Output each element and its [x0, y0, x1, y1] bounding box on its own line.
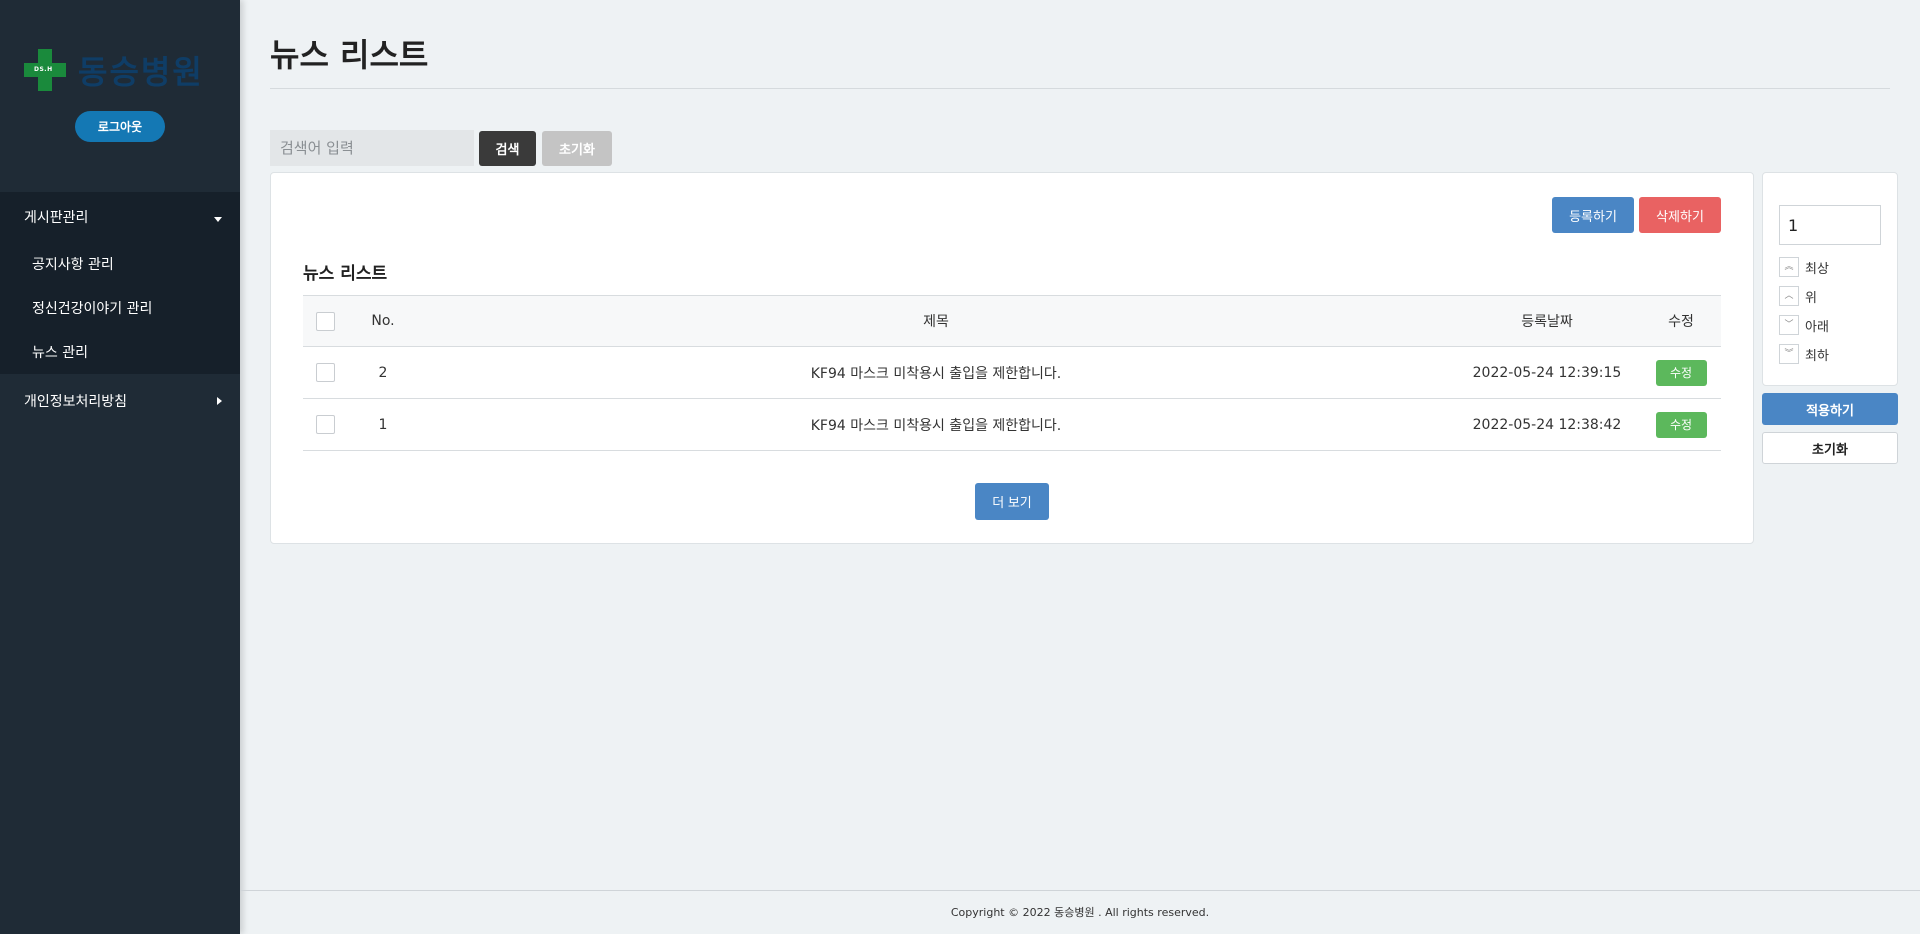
sidebar: DS.H 동승병원 로그아웃 게시판관리 공지사항 관리 정신건강이야기 관리 …	[0, 0, 240, 934]
select-all-checkbox[interactable]	[315, 311, 335, 331]
order-top-label: 최상	[1805, 261, 1829, 277]
row-no: 2	[378, 364, 388, 381]
edit-button[interactable]: 수정	[1655, 411, 1707, 438]
row-date: 2022-05-24 12:38:42	[1472, 416, 1622, 433]
sidebar-item-privacy[interactable]: 개인정보처리방침	[0, 376, 240, 426]
caret-down-icon	[214, 216, 222, 222]
order-top-option[interactable]: ︽ 최상	[1779, 257, 1829, 277]
sidebar-item-mental-health[interactable]: 정신건강이야기 관리	[0, 286, 240, 330]
footer-divider	[240, 890, 1920, 891]
delete-button[interactable]: 삭제하기	[1639, 197, 1721, 233]
sidebar-item-news[interactable]: 뉴스 관리	[0, 330, 240, 374]
logo-mark: DS.H	[34, 66, 53, 73]
order-input[interactable]	[1779, 205, 1881, 245]
apply-order-button[interactable]: 적용하기	[1762, 393, 1898, 425]
sidebar-item-label: 개인정보처리방침	[24, 394, 128, 410]
search-input[interactable]	[270, 130, 474, 166]
logout-button[interactable]: 로그아웃	[75, 111, 165, 142]
news-table: No. 제목 등록날짜 수정 2 KF94 마스크 미착용시 출입을 제한합니다…	[303, 295, 1721, 451]
news-list-card: 등록하기 삭제하기 뉴스 리스트 No. 제목 등록날짜 수정 2 KF94 마…	[270, 172, 1754, 544]
header-edit: 수정	[1668, 314, 1694, 330]
chevron-up-icon[interactable]: ︿	[1779, 286, 1799, 306]
table-header: No. 제목 등록날짜 수정	[303, 295, 1721, 347]
search-reset-button[interactable]: 초기화	[542, 131, 612, 166]
order-up-option[interactable]: ︿ 위	[1779, 286, 1817, 306]
load-more-button[interactable]: 더 보기	[975, 483, 1049, 520]
order-reset-button[interactable]: 초기화	[1762, 432, 1898, 464]
header-title: 제목	[923, 314, 949, 330]
order-panel: ︽ 최상 ︿ 위 ﹀ 아래 ︾ 최하	[1762, 172, 1898, 386]
sidebar-item-board[interactable]: 게시판관리	[0, 192, 240, 242]
edit-button[interactable]: 수정	[1655, 359, 1707, 386]
row-checkbox[interactable]	[315, 363, 335, 382]
order-up-label: 위	[1805, 290, 1817, 306]
table-row: 2 KF94 마스크 미착용시 출입을 제한합니다. 2022-05-24 12…	[303, 347, 1721, 399]
order-bottom-label: 최하	[1805, 348, 1829, 364]
nav-group-board: 게시판관리 공지사항 관리 정신건강이야기 관리 뉴스 관리	[0, 192, 240, 374]
table-row: 1 KF94 마스크 미착용시 출입을 제한합니다. 2022-05-24 12…	[303, 399, 1721, 451]
order-bottom-option[interactable]: ︾ 최하	[1779, 344, 1829, 364]
order-down-label: 아래	[1805, 319, 1829, 335]
chevron-down-icon[interactable]: ﹀	[1779, 315, 1799, 335]
row-no: 1	[378, 416, 388, 433]
row-date: 2022-05-24 12:39:15	[1472, 364, 1622, 381]
page-title: 뉴스 리스트	[270, 36, 429, 74]
medical-cross-icon: DS.H	[24, 49, 66, 91]
search-button[interactable]: 검색	[479, 131, 536, 166]
list-title: 뉴스 리스트	[303, 264, 388, 284]
row-title[interactable]: KF94 마스크 미착용시 출입을 제한합니다.	[419, 363, 1453, 383]
caret-right-icon	[217, 397, 222, 405]
double-chevron-down-icon[interactable]: ︾	[1779, 344, 1799, 364]
header-date: 등록날짜	[1521, 314, 1573, 330]
sidebar-item-label: 게시판관리	[24, 210, 89, 226]
sidebar-item-notice[interactable]: 공지사항 관리	[0, 242, 240, 286]
hospital-logo[interactable]: DS.H 동승병원	[24, 48, 218, 92]
row-title[interactable]: KF94 마스크 미착용시 출입을 제한합니다.	[419, 415, 1453, 435]
double-chevron-up-icon[interactable]: ︽	[1779, 257, 1799, 277]
register-button[interactable]: 등록하기	[1552, 197, 1634, 233]
footer-copyright: Copyright © 2022 동승병원 . All rights reser…	[950, 906, 1210, 919]
header-no: No.	[371, 313, 395, 329]
logo-text: 동승병원	[78, 53, 204, 91]
title-divider	[270, 88, 1890, 89]
row-checkbox[interactable]	[315, 415, 335, 434]
order-down-option[interactable]: ﹀ 아래	[1779, 315, 1829, 335]
